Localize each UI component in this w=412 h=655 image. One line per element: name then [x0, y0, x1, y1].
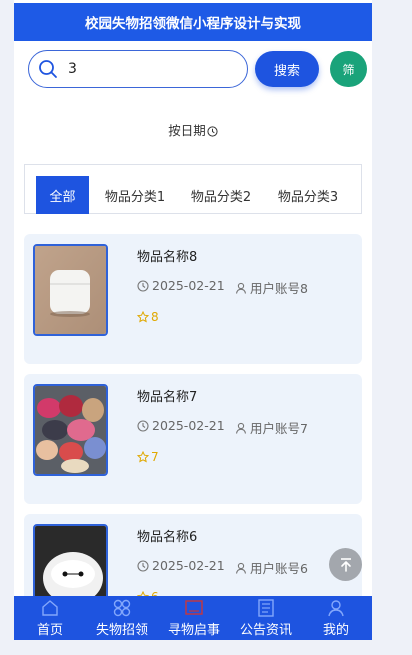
item-name: 物品名称8 [137, 250, 198, 265]
star-icon [137, 451, 149, 463]
tabbar-lost-notice[interactable]: 寻物启事 [158, 596, 230, 640]
item-account: 用户账号8 [235, 278, 308, 297]
category-tabs: 全部 物品分类1 物品分类2 物品分类3 [24, 164, 362, 214]
clock-icon [137, 419, 149, 432]
notice-icon [185, 600, 203, 615]
tab-category-2[interactable]: 物品分类2 [181, 176, 261, 214]
user-icon [235, 422, 247, 434]
tabbar-mine[interactable]: 我的 [300, 596, 372, 640]
star-icon [137, 311, 149, 323]
item-date: 2025-02-21 [137, 418, 225, 433]
item-date: 2025-02-21 [137, 278, 225, 293]
app-screen: 校园失物招领微信小程序设计与实现 搜索 筛 按日期 全部 物品分类1 物品分类2… [14, 0, 372, 640]
search-input[interactable] [28, 50, 248, 88]
user-icon [328, 600, 344, 617]
item-date: 2025-02-21 [137, 558, 225, 573]
tabbar-news[interactable]: 公告资讯 [230, 596, 302, 640]
tab-category-3[interactable]: 物品分类3 [268, 176, 348, 214]
search-field[interactable] [66, 60, 230, 78]
home-icon [42, 600, 58, 616]
tabbar-lost-found[interactable]: 失物招领 [86, 596, 158, 640]
item-likes[interactable]: 7 [137, 450, 159, 464]
search-icon [39, 60, 57, 78]
arrow-up-icon [340, 557, 351, 572]
item-likes[interactable]: 8 [137, 310, 159, 324]
clock-icon [137, 559, 149, 572]
item-name: 物品名称7 [137, 390, 198, 405]
list-item[interactable]: 物品名称7 2025-02-21 用户账号7 7 [24, 374, 362, 504]
item-account: 用户账号6 [235, 558, 308, 577]
page-title: 校园失物招领微信小程序设计与实现 [14, 3, 372, 41]
item-image-earbuds [33, 244, 108, 336]
item-account: 用户账号7 [235, 418, 308, 437]
bottom-tab-bar: 首页 失物招领 寻物启事 公告资讯 我的 [14, 596, 372, 640]
sort-label: 按日期 [168, 123, 206, 138]
search-button[interactable]: 搜索 [255, 51, 319, 87]
filter-button[interactable]: 筛 [330, 51, 367, 87]
user-icon [235, 562, 247, 574]
item-name: 物品名称6 [137, 530, 198, 545]
clock-icon [137, 279, 149, 292]
news-icon [258, 599, 274, 617]
grid-icon [113, 599, 131, 617]
tabbar-home[interactable]: 首页 [14, 596, 86, 640]
clock-sort-icon [207, 126, 218, 137]
item-image-clothes [33, 384, 108, 476]
tab-category-1[interactable]: 物品分类1 [95, 176, 175, 214]
back-to-top-button[interactable] [329, 548, 362, 581]
tab-all[interactable]: 全部 [36, 176, 89, 214]
list-item[interactable]: 物品名称8 2025-02-21 用户账号8 8 [24, 234, 362, 364]
user-icon [235, 282, 247, 294]
sort-by-date[interactable]: 按日期 [14, 120, 372, 139]
